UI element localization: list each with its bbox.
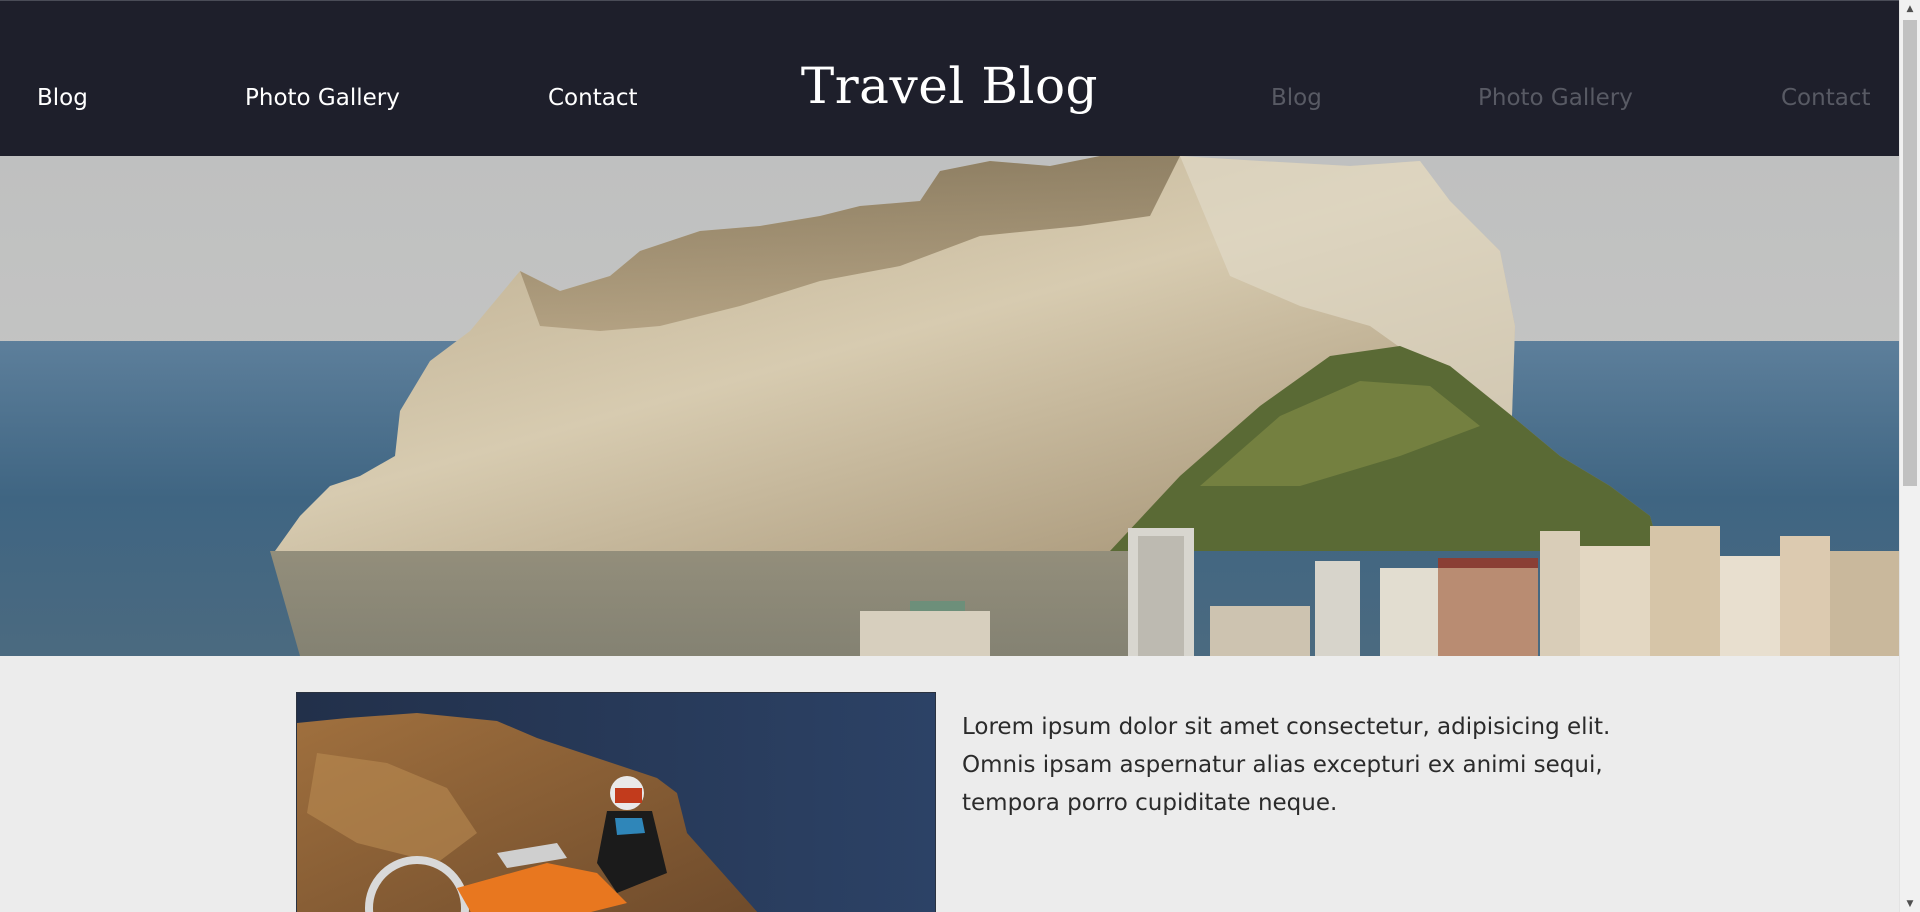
site-header: Blog Photo Gallery Contact Travel Blog B…: [0, 0, 1899, 156]
arrow-down-icon[interactable]: ▼: [1900, 895, 1920, 912]
post-text: Lorem ipsum dolor sit amet consectetur, …: [962, 714, 1611, 816]
scrollbar-thumb[interactable]: [1903, 20, 1917, 486]
nav-link-photo-gallery-right[interactable]: Photo Gallery: [1478, 84, 1633, 112]
post-image: [296, 692, 936, 912]
nav-link-blog-right[interactable]: Blog: [1271, 84, 1322, 112]
arrow-up-icon[interactable]: ▲: [1900, 0, 1920, 17]
hero-image: [0, 156, 1899, 656]
nav-link-contact-right[interactable]: Contact: [1781, 84, 1870, 112]
page-viewport: Blog Photo Gallery Contact Travel Blog B…: [0, 0, 1899, 912]
vertical-scrollbar[interactable]: ▲ ▼: [1899, 0, 1920, 912]
